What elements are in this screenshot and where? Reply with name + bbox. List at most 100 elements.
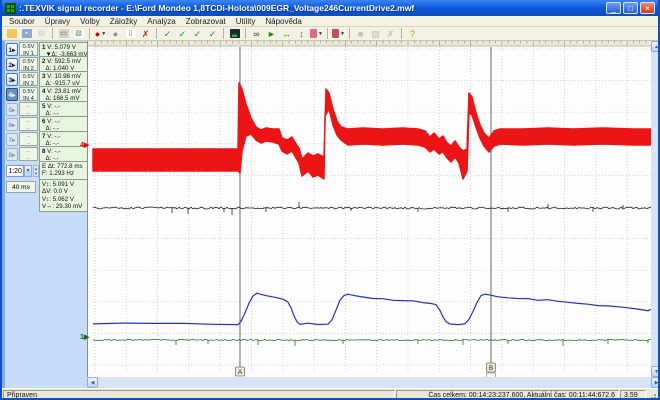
timebase-ratio-control[interactable]: 1:20 ▼ ▲▼ <box>6 165 39 177</box>
channel-3-button[interactable]: 3▸ <box>6 73 18 86</box>
fullscreen-icon[interactable]: ▂ <box>228 28 241 40</box>
time-ruler <box>88 41 652 46</box>
maximize-button[interactable]: □ <box>623 2 638 14</box>
save-icon[interactable]: ▪ <box>20 28 33 40</box>
edit-note-icon: ▨ <box>369 28 382 40</box>
goto-marker-a-icon[interactable]: ► <box>265 28 278 40</box>
voltage-measure-box: V↕: 5.091 V ΔV: 0.0 V V↕: 5.062 V V↔: 29… <box>39 180 88 213</box>
close-button[interactable]: × <box>640 2 655 14</box>
channel-row: 4▸0.5VIN 4 <box>6 87 39 102</box>
channel-6-readout: 6 V: -.- Δ: -.- <box>39 117 88 132</box>
print-preview-icon[interactable]: ▧ <box>72 28 85 40</box>
channel-6-button[interactable]: 6▸ <box>6 118 18 131</box>
menu-item[interactable]: Utility <box>231 17 261 26</box>
timebase-ratio-value[interactable]: 1:20 <box>6 165 24 177</box>
channel-row: 1▸0.5VIN 1 <box>6 42 39 57</box>
channel-controls-column: 1▸0.5VIN 12▸0.5VIN 23▸0.5VIN 34▸0.5VIN 4… <box>6 42 39 212</box>
scroll-down-icon[interactable]: ▼ <box>651 366 660 377</box>
channel-8-button[interactable]: 8▸ <box>6 148 18 161</box>
channel-1-range-box[interactable]: 0.5VIN 1 <box>19 42 38 56</box>
bookmark-add-icon[interactable]: ▼ <box>310 28 323 40</box>
channel-3-readout: 3 V: 10.98 mV Δ: -915.7 uV <box>39 72 88 87</box>
channel-4-button[interactable]: 4▸ <box>6 88 18 101</box>
channel-4-readout: 4 V: 23.81 mV Δ: 168.5 mV <box>39 87 88 102</box>
cursor-freq-readout: F: 1.293 Hz <box>42 170 87 177</box>
delete-note-icon: ✗ <box>384 28 397 40</box>
align-markers-icon[interactable]: ↕ <box>295 28 308 40</box>
menu-item[interactable]: Zobrazovat <box>181 17 231 26</box>
app-window: :.TEXVIK signal recorder - E:\Ford Monde… <box>0 0 660 400</box>
waveform-plot-area[interactable]: AB 4▶1▶ <box>87 41 651 377</box>
channel-row: 6▸---- <box>6 117 39 132</box>
chevron-down-icon[interactable]: ▼ <box>318 28 323 40</box>
toolbar-separator <box>223 28 224 39</box>
channel-2-range-box[interactable]: 0.5VIN 2 <box>19 57 38 71</box>
channel-5-button[interactable]: 5▸ <box>6 103 18 116</box>
record-icon[interactable]: ●▼ <box>94 28 107 40</box>
toolbar-separator <box>156 28 157 39</box>
print-icon[interactable]: ▭ <box>57 28 70 40</box>
validate-check-3-icon[interactable]: ✓ <box>191 28 204 40</box>
channel-1-trace-marker[interactable]: 1▶ <box>80 334 89 341</box>
channel-6-range-box[interactable]: ---- <box>19 117 38 131</box>
minimize-button[interactable]: _ <box>606 2 621 14</box>
toolbar-separator <box>401 28 402 39</box>
fullscreen-icon: ▂ <box>230 29 240 38</box>
validate-check-2-icon[interactable]: ✓ <box>176 28 189 40</box>
delete-record-icon[interactable]: ✗ <box>139 28 152 40</box>
channel-7-button[interactable]: 7▸ <box>6 133 18 146</box>
status-bar: Připraven Čas celkem: 00:14:23:237.600, … <box>2 388 658 400</box>
channel-8-readout: 8 V: -.- Δ: -.- <box>39 147 88 162</box>
horizontal-scroll-track[interactable] <box>98 377 651 388</box>
help-icon[interactable]: ? <box>406 28 419 40</box>
bookmark-list-icon[interactable]: ▼ <box>332 28 345 40</box>
stop-playback-icon: ■ <box>354 28 367 40</box>
status-ready-text: Připraven <box>3 390 395 400</box>
horizontal-scrollbar[interactable]: ◀ ▶ <box>87 377 660 388</box>
bookmark-add-icon <box>310 29 317 38</box>
channel-row: 3▸0.5VIN 3 <box>6 72 39 87</box>
vertical-scrollbar[interactable]: ▲ ▼ <box>651 41 660 377</box>
menu-item[interactable]: Soubor <box>4 17 40 26</box>
menu-item[interactable]: Volby <box>75 17 105 26</box>
move-between-markers-icon[interactable]: ↔ <box>280 28 293 40</box>
menu-item[interactable]: Nápověda <box>260 17 306 26</box>
scroll-left-icon[interactable]: ◀ <box>87 377 98 388</box>
channel-row: 5▸---- <box>6 102 39 117</box>
scroll-up-icon[interactable]: ▲ <box>651 41 660 52</box>
channel-1-button[interactable]: 1▸ <box>6 43 18 56</box>
cursor-measure-box: E Δt: 772.8 ms F: 1.293 Hz <box>39 162 88 180</box>
resize-grip[interactable] <box>646 389 658 400</box>
chevron-down-icon[interactable]: ▼ <box>24 165 32 177</box>
chevron-down-icon[interactable]: ▼ <box>340 28 345 40</box>
validate-check-4-icon[interactable]: ✓ <box>206 28 219 40</box>
window-title: :.TEXVIK signal recorder - E:\Ford Monde… <box>19 3 604 13</box>
validate-check-1-icon[interactable]: ✓ <box>161 28 174 40</box>
app-icon <box>5 3 16 14</box>
channel-row: 7▸---- <box>6 132 39 147</box>
menu-item[interactable]: Záložky <box>105 17 143 26</box>
scroll-right-icon[interactable]: ▶ <box>651 377 660 388</box>
channel-5-range-box[interactable]: ---- <box>19 102 38 116</box>
marker-note-icon[interactable]: ▯ <box>124 28 137 40</box>
sweep-time-box[interactable]: 40 ms <box>6 181 36 193</box>
channel-2-button[interactable]: 2▸ <box>6 58 18 71</box>
channel-7-range-box[interactable]: ---- <box>19 132 38 146</box>
binoculars-search-icon[interactable]: ∞ <box>250 28 263 40</box>
bookmark-list-icon <box>332 29 339 38</box>
channel-4-trace-marker[interactable]: 4▶ <box>80 142 89 149</box>
channel-5-readout: 5 V: -.- Δ: -.- <box>39 102 88 117</box>
stop-record-icon[interactable]: ● <box>109 28 122 40</box>
open-file-icon[interactable] <box>5 28 18 40</box>
channel-3-range-box[interactable]: 0.5VIN 3 <box>19 72 38 86</box>
cursor-A-label: A <box>238 369 243 376</box>
cursor-B-label: B <box>489 365 493 372</box>
copy-icon: ▤ <box>35 28 48 40</box>
chevron-down-icon[interactable]: ▼ <box>101 28 106 40</box>
menu-item[interactable]: Analýza <box>142 17 180 26</box>
channel-4-range-box[interactable]: 0.5VIN 4 <box>19 87 38 101</box>
title-bar[interactable]: :.TEXVIK signal recorder - E:\Ford Monde… <box>2 0 658 16</box>
channel-8-range-box[interactable]: ---- <box>19 147 38 161</box>
cursor-dt-readout: E Δt: 772.8 ms <box>42 163 87 170</box>
menu-item[interactable]: Úpravy <box>40 17 75 26</box>
